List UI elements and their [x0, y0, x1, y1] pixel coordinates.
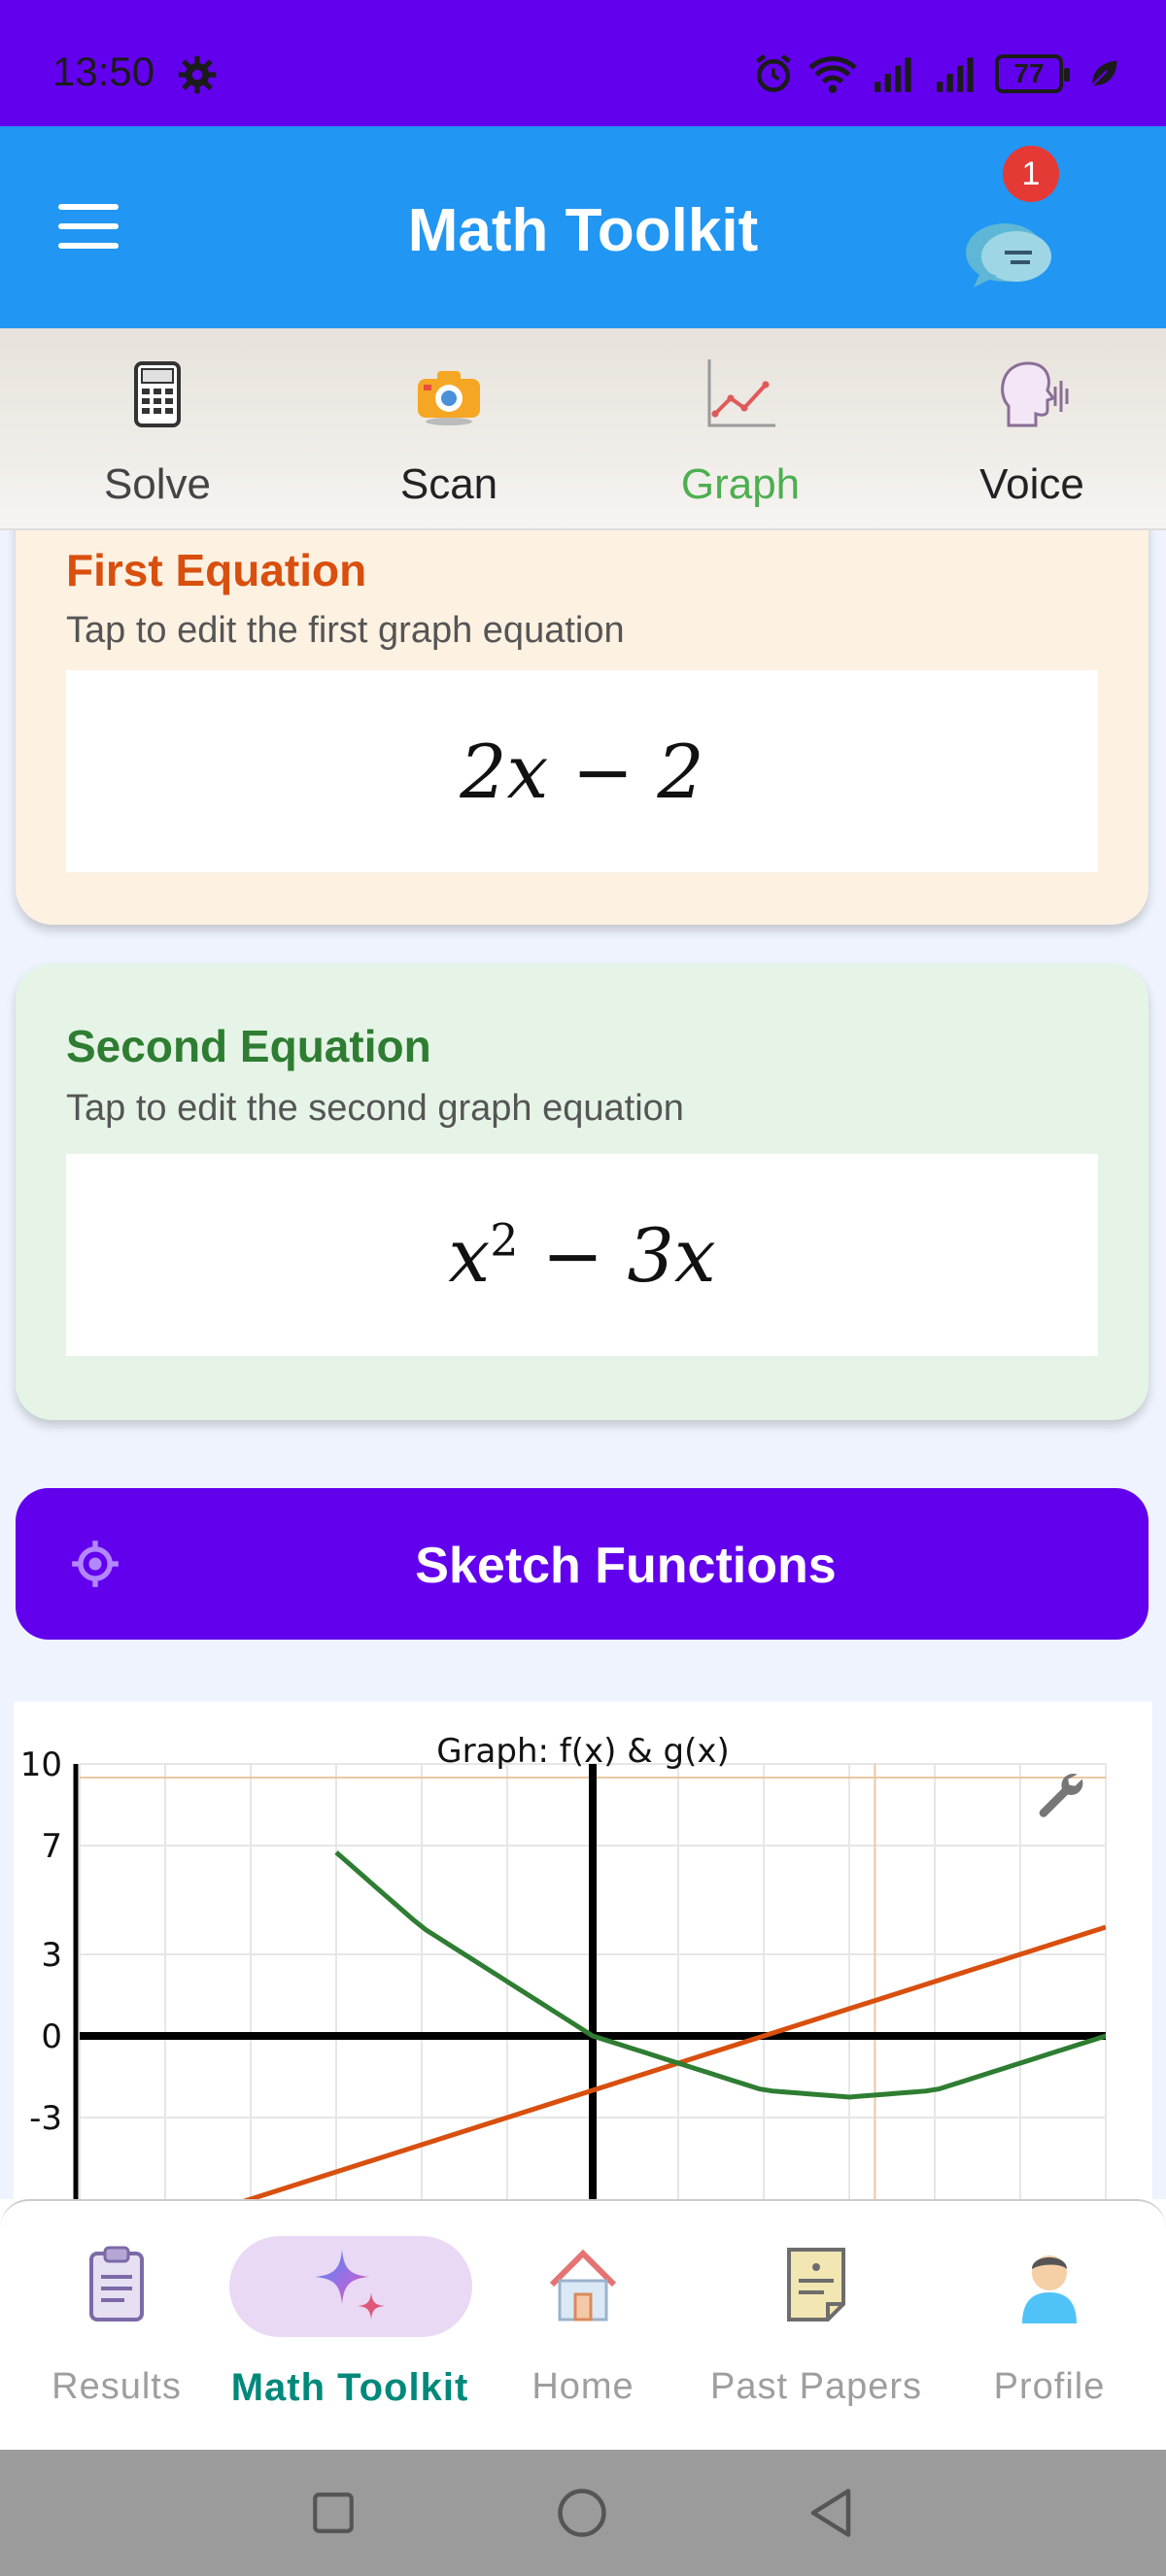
y-tick-label: -3: [29, 2099, 62, 2138]
status-bar: 13:50 77: [0, 0, 1166, 126]
second-equation-text: x2 − 3x: [448, 1211, 716, 1299]
first-equation-title: First Equation: [66, 545, 367, 595]
nav-item-results[interactable]: Results: [0, 2201, 233, 2452]
nav-label: Math Toolkit: [230, 2366, 469, 2409]
clipboard-icon: [89, 2246, 144, 2322]
battery-icon: 77: [995, 54, 1070, 93]
y-tick-label: 7: [41, 1827, 62, 1866]
nav-label: Home: [532, 2366, 634, 2407]
profile-icon: [1022, 2255, 1077, 2323]
back-icon[interactable]: [805, 2487, 857, 2539]
feature-tabs: Solve Scan Graph Voice: [0, 328, 1166, 530]
graph-content: First Equation Tap to edit the first gra…: [0, 530, 1166, 2199]
chart-title: Graph: f(x) & g(x): [436, 1732, 730, 1771]
nav-item-past-papers[interactable]: Past Papers: [700, 2201, 933, 2452]
first-equation-text: 2x − 2: [460, 728, 704, 815]
wrench-icon[interactable]: [1039, 1773, 1083, 1817]
tab-scan[interactable]: Scan: [303, 328, 595, 530]
tab-label: Scan: [399, 460, 498, 508]
tab-voice[interactable]: Voice: [886, 328, 1166, 530]
tab-solve[interactable]: Solve: [12, 328, 303, 530]
tab-graph[interactable]: Graph: [595, 328, 886, 530]
status-icons: 77: [752, 51, 1121, 97]
second-equation-card[interactable]: Second Equation Tap to edit the second g…: [16, 964, 1149, 1420]
sketch-functions-label: Sketch Functions: [415, 1538, 837, 1594]
second-equation-input[interactable]: x2 − 3x: [66, 1154, 1098, 1356]
system-navigation-bar: [0, 2450, 1166, 2576]
calculator-icon: [134, 361, 181, 427]
sparkle-icon: [315, 2250, 385, 2320]
series-line-2: [334, 1850, 1106, 2100]
nav-item-home[interactable]: Home: [466, 2201, 700, 2452]
voice-head-icon: [1001, 361, 1069, 427]
camera-icon: [418, 371, 480, 425]
bottom-navigation: Results Math Toolkit Home Past Papers Pr…: [0, 2199, 1166, 2450]
sketch-functions-button[interactable]: Sketch Functions: [16, 1488, 1149, 1640]
nav-item-math-toolkit[interactable]: Math Toolkit: [231, 2201, 467, 2452]
tab-label: Graph: [680, 460, 801, 508]
nav-item-profile[interactable]: Profile: [933, 2201, 1166, 2452]
graph-chart[interactable]: 10730-3-7 Graph: f(x) & g(x): [14, 1702, 1152, 2199]
home-icon: [549, 2249, 617, 2322]
y-tick-label: 3: [41, 1936, 62, 1975]
second-equation-title: Second Equation: [66, 1021, 431, 1071]
nav-label: Results: [51, 2366, 182, 2407]
leaf-icon: [1091, 60, 1117, 86]
chat-icon[interactable]: [962, 183, 1059, 289]
line-chart-icon: [707, 359, 775, 427]
graph-panel[interactable]: 10730-3-7 Graph: f(x) & g(x): [14, 1702, 1152, 2199]
notification-badge: 1: [1003, 146, 1059, 202]
tab-label: Solve: [103, 460, 212, 508]
battery-level: 77: [1013, 58, 1045, 88]
status-time: 13:50: [52, 49, 155, 94]
second-equation-subtitle: Tap to edit the second graph equation: [66, 1088, 684, 1129]
settings-icon: [178, 55, 217, 94]
paper-icon: [787, 2248, 845, 2322]
y-tick-label: 0: [41, 2017, 62, 2056]
first-equation-input[interactable]: 2x − 2: [66, 670, 1098, 872]
wifi-icon: [808, 56, 857, 93]
signal-icon: [874, 57, 911, 92]
recents-icon[interactable]: [309, 2489, 358, 2537]
app-bar: Math Toolkit: [0, 126, 1166, 328]
signal-icon: [937, 57, 974, 92]
first-equation-subtitle: Tap to edit the first graph equation: [66, 610, 625, 651]
first-equation-card[interactable]: First Equation Tap to edit the first gra…: [16, 530, 1149, 925]
home-button-icon[interactable]: [556, 2487, 608, 2539]
tab-label: Voice: [979, 460, 1084, 508]
y-tick-label: 10: [20, 1746, 62, 1784]
nav-label: Profile: [993, 2366, 1106, 2407]
nav-label: Past Papers: [710, 2366, 922, 2407]
alarm-icon: [756, 53, 791, 92]
